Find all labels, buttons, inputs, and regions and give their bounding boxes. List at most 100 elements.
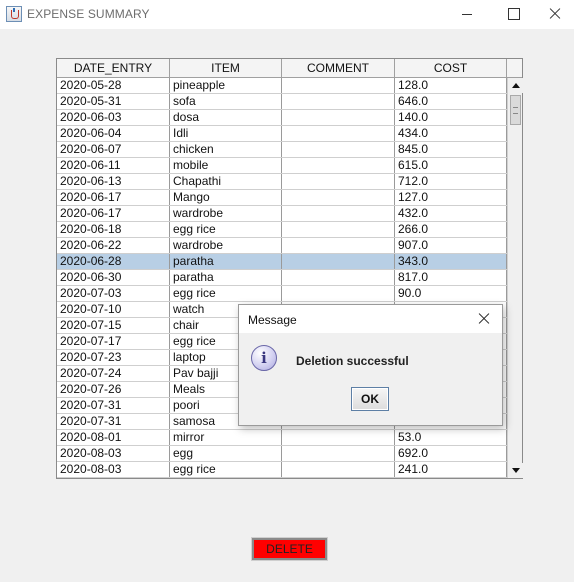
cell-item: wardrobe (170, 206, 282, 221)
cell-item: egg rice (170, 222, 282, 237)
cell-comment (282, 126, 395, 141)
cell-date-entry: 2020-08-01 (57, 430, 170, 445)
dialog-title: Message (248, 313, 297, 327)
cell-comment (282, 286, 395, 301)
cell-item: Mango (170, 190, 282, 205)
cell-date-entry: 2020-07-17 (57, 334, 170, 349)
column-header-item[interactable]: ITEM (170, 59, 282, 77)
cell-item: chicken (170, 142, 282, 157)
cell-date-entry: 2020-07-31 (57, 398, 170, 413)
cell-date-entry: 2020-06-17 (57, 190, 170, 205)
cell-date-entry: 2020-05-28 (57, 78, 170, 93)
cell-item: mobile (170, 158, 282, 173)
cell-comment (282, 206, 395, 221)
cell-item: Idli (170, 126, 282, 141)
cell-cost: 692.0 (395, 446, 507, 461)
table-row[interactable]: 2020-06-07 chicken 845.0 (57, 142, 507, 158)
cell-comment (282, 270, 395, 285)
table-row[interactable]: 2020-06-30 paratha 817.0 (57, 270, 507, 286)
ok-button[interactable]: OK (351, 387, 389, 411)
table-row[interactable]: 2020-06-13 Chapathi 712.0 (57, 174, 507, 190)
cell-cost: 817.0 (395, 270, 507, 285)
cell-cost: 434.0 (395, 126, 507, 141)
cell-item: egg (170, 446, 282, 461)
cell-date-entry: 2020-06-11 (57, 158, 170, 173)
maximize-button[interactable] (490, 0, 536, 29)
table-row[interactable]: 2020-07-03 egg rice 90.0 (57, 286, 507, 302)
cell-item: sofa (170, 94, 282, 109)
cell-date-entry: 2020-06-28 (57, 254, 170, 269)
table-row[interactable]: 2020-08-03 egg 692.0 (57, 446, 507, 462)
cell-date-entry: 2020-07-31 (57, 414, 170, 429)
column-header-date-entry[interactable]: DATE_ENTRY (57, 59, 170, 77)
cell-date-entry: 2020-05-31 (57, 94, 170, 109)
cell-date-entry: 2020-06-13 (57, 174, 170, 189)
table-row[interactable]: 2020-06-03 dosa 140.0 (57, 110, 507, 126)
column-header-comment[interactable]: COMMENT (282, 59, 395, 77)
cell-cost: 646.0 (395, 94, 507, 109)
cell-cost: 343.0 (395, 254, 507, 269)
table-row[interactable]: 2020-06-11 mobile 615.0 (57, 158, 507, 174)
cell-date-entry: 2020-08-03 (57, 446, 170, 461)
cell-comment (282, 254, 395, 269)
cell-date-entry: 2020-06-22 (57, 238, 170, 253)
cell-cost: 90.0 (395, 286, 507, 301)
table-row[interactable]: 2020-06-17 wardrobe 432.0 (57, 206, 507, 222)
table-row[interactable]: 2020-05-28 pineapple 128.0 (57, 78, 507, 94)
table-row[interactable]: 2020-06-22 wardrobe 907.0 (57, 238, 507, 254)
dialog-title-bar: Message (239, 305, 502, 333)
scroll-down-arrow-icon[interactable] (508, 463, 523, 478)
cell-cost: 127.0 (395, 190, 507, 205)
cell-comment (282, 430, 395, 445)
cell-date-entry: 2020-06-07 (57, 142, 170, 157)
cell-date-entry: 2020-07-26 (57, 382, 170, 397)
table-row[interactable]: 2020-06-28 paratha 343.0 (57, 254, 507, 270)
cell-date-entry: 2020-07-24 (57, 366, 170, 381)
cell-cost: 432.0 (395, 206, 507, 221)
cell-date-entry: 2020-06-17 (57, 206, 170, 221)
scroll-up-arrow-icon[interactable] (508, 78, 523, 93)
minimize-button[interactable] (444, 0, 490, 29)
cell-date-entry: 2020-07-10 (57, 302, 170, 317)
cell-cost: 845.0 (395, 142, 507, 157)
cell-date-entry: 2020-06-18 (57, 222, 170, 237)
table-row[interactable]: 2020-06-04 Idli 434.0 (57, 126, 507, 142)
cell-date-entry: 2020-06-03 (57, 110, 170, 125)
table-row[interactable]: 2020-08-01 mirror 53.0 (57, 430, 507, 446)
cell-comment (282, 174, 395, 189)
delete-button[interactable]: DELETE (251, 537, 328, 561)
dialog-close-icon[interactable] (473, 308, 495, 330)
cell-date-entry: 2020-06-04 (57, 126, 170, 141)
cell-comment (282, 238, 395, 253)
dialog-message: Deletion successful (296, 354, 409, 368)
cell-cost: 266.0 (395, 222, 507, 237)
column-header-cost[interactable]: COST (395, 59, 507, 77)
cell-item: paratha (170, 270, 282, 285)
table-row[interactable]: 2020-06-17 Mango 127.0 (57, 190, 507, 206)
cell-comment (282, 222, 395, 237)
table-row[interactable]: 2020-06-18 egg rice 266.0 (57, 222, 507, 238)
cell-comment (282, 110, 395, 125)
cell-date-entry: 2020-08-03 (57, 462, 170, 477)
cell-item: Chapathi (170, 174, 282, 189)
cell-cost: 128.0 (395, 78, 507, 93)
table-row[interactable]: 2020-08-03 egg rice 241.0 (57, 462, 507, 478)
cell-comment (282, 462, 395, 477)
cell-date-entry: 2020-07-15 (57, 318, 170, 333)
cell-item: pineapple (170, 78, 282, 93)
cell-comment (282, 142, 395, 157)
cell-cost: 53.0 (395, 430, 507, 445)
scrollbar-thumb[interactable] (510, 95, 521, 125)
cell-item: mirror (170, 430, 282, 445)
cell-comment (282, 446, 395, 461)
close-window-button[interactable] (536, 0, 574, 29)
cell-item: wardrobe (170, 238, 282, 253)
cell-comment (282, 190, 395, 205)
cell-date-entry: 2020-07-03 (57, 286, 170, 301)
cell-cost: 907.0 (395, 238, 507, 253)
cell-cost: 241.0 (395, 462, 507, 477)
cell-cost: 140.0 (395, 110, 507, 125)
vertical-scrollbar[interactable] (507, 78, 523, 478)
table-row[interactable]: 2020-05-31 sofa 646.0 (57, 94, 507, 110)
window-title: EXPENSE SUMMARY (27, 7, 150, 21)
